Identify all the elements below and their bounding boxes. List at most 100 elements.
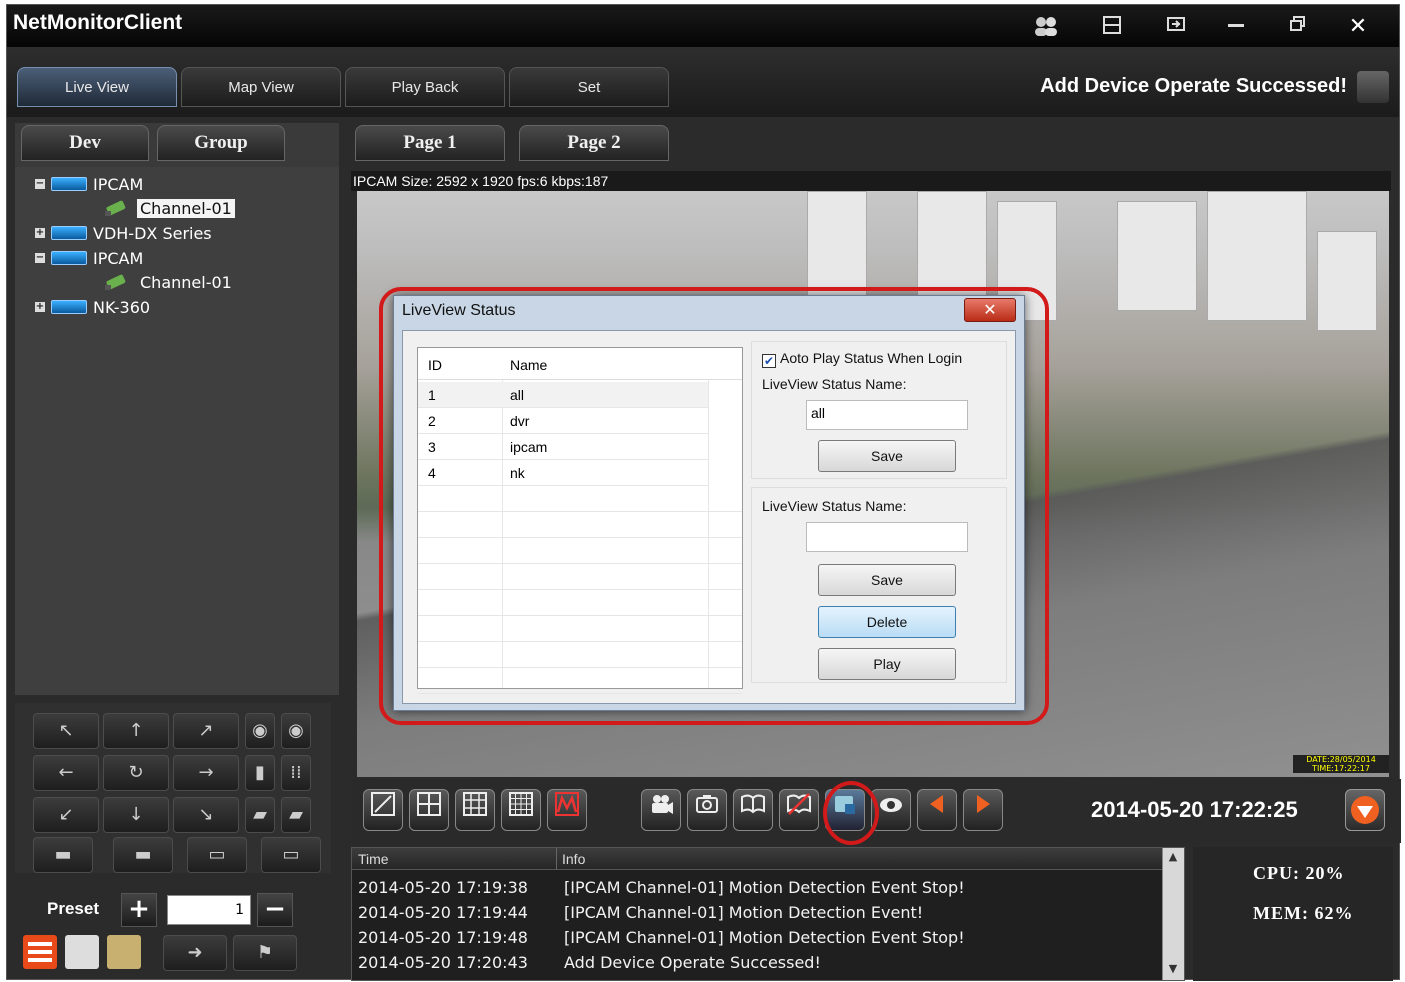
play-button[interactable]: Play (818, 648, 956, 680)
next-icon[interactable] (963, 789, 1003, 831)
minimize-icon[interactable] (1221, 15, 1251, 39)
tree-node-nk360[interactable]: + NK-360 (35, 296, 150, 318)
layout-16-icon[interactable] (501, 789, 541, 831)
scroll-down-icon[interactable]: ▼ (1165, 962, 1181, 978)
cpu-usage: CPU: 20% (1253, 863, 1345, 883)
preset-remove-button[interactable]: − (257, 893, 293, 927)
auto-play-checkbox[interactable]: ✔ Aoto Play Status When Login (762, 350, 962, 368)
list-icon[interactable] (23, 935, 57, 969)
tree-node-label: Channel-01 (140, 272, 232, 292)
eye-icon[interactable] (871, 789, 911, 831)
close-icon[interactable]: ✕ (1343, 15, 1373, 39)
previous-icon[interactable] (917, 789, 957, 831)
tab-live-view[interactable]: Live View (17, 67, 177, 107)
log-row[interactable]: 2014-05-20 17:19:44 [IPCAM Channel-01] M… (352, 903, 1184, 927)
layout-9-icon[interactable] (455, 789, 495, 831)
collapse-icon[interactable]: − (35, 179, 45, 189)
save-new-button[interactable]: Save (818, 564, 956, 596)
tab-dev[interactable]: Dev (21, 125, 149, 161)
tree-node-channel-2[interactable]: Channel-01 (103, 271, 235, 293)
tree-node-ipcam[interactable]: − IPCAM (35, 173, 143, 195)
record-icon[interactable] (641, 789, 681, 831)
ptz-up-right-button[interactable]: ↗ (173, 713, 239, 749)
dialog-close-button[interactable]: ✕ (964, 298, 1016, 322)
multi-screen-icon[interactable] (547, 789, 587, 831)
collapse-icon[interactable]: − (35, 253, 45, 263)
ptz-down-right-button[interactable]: ↘ (173, 797, 239, 833)
focus-near-icon[interactable]: ▮ (245, 755, 275, 791)
column-header[interactable]: Info (562, 851, 585, 867)
event-log: Time Info 2014-05-20 17:19:38 [IPCAM Cha… (351, 847, 1185, 981)
ptz-down-left-button[interactable]: ↙ (33, 797, 99, 833)
ptz-auto-button[interactable]: ↻ (103, 755, 169, 791)
liveview-status-icon[interactable] (825, 789, 865, 831)
column-header[interactable]: ID (428, 357, 442, 373)
table-row[interactable]: 2 dvr (418, 408, 708, 434)
log-row[interactable]: 2014-05-20 17:19:48 [IPCAM Channel-01] M… (352, 928, 1184, 952)
column-header[interactable]: Time (358, 851, 389, 867)
ptz-up-left-button[interactable]: ↖ (33, 713, 99, 749)
settings-icon[interactable] (107, 935, 141, 969)
device-tree: − IPCAM Channel-01 + VDH-DX Series − IPC… (15, 167, 339, 695)
ptz-right-button[interactable]: → (173, 755, 239, 791)
zoom-out-icon[interactable]: ◉ (281, 713, 311, 749)
notification-icon[interactable] (1357, 71, 1389, 103)
log-scrollbar[interactable]: ▲ ▼ (1162, 848, 1184, 980)
light-off-icon[interactable]: ▬ (113, 837, 173, 873)
log-row[interactable]: 2014-05-20 17:20:43 Add Device Operate S… (352, 953, 1184, 977)
tree-node-ipcam-2[interactable]: − IPCAM (35, 247, 143, 269)
page-tabs: Page 1 Page 2 (351, 123, 1393, 169)
light-on-icon[interactable]: ▬ (33, 837, 93, 873)
status-name-input[interactable]: all (806, 400, 968, 430)
name-label: LiveView Status Name: (762, 498, 907, 514)
maximize-icon[interactable] (1283, 15, 1313, 39)
camera-timestamp: DATE:28/05/2014 TIME:17:22:17 (1293, 755, 1389, 773)
focus-far-icon[interactable]: ⁞⁞ (281, 755, 311, 791)
device-icon (51, 300, 87, 314)
preset-pin-icon[interactable]: ⚑ (233, 935, 297, 971)
tree-node-channel[interactable]: Channel-01 (103, 197, 235, 219)
book-disabled-icon[interactable] (779, 789, 819, 831)
tab-set[interactable]: Set (509, 67, 669, 107)
log-row[interactable]: 2014-05-20 17:19:38 [IPCAM Channel-01] M… (352, 878, 1184, 902)
ptz-down-button[interactable]: ↓ (103, 797, 169, 833)
zoom-in-icon[interactable]: ◉ (245, 713, 275, 749)
chevron-down-icon[interactable] (1345, 789, 1385, 831)
table-row[interactable]: 1 all (418, 382, 708, 408)
tree-node-label: NK-360 (93, 297, 151, 317)
tab-page-1[interactable]: Page 1 (355, 125, 505, 161)
scroll-up-icon[interactable]: ▲ (1165, 850, 1181, 866)
rs485-icon[interactable] (65, 935, 99, 969)
restore-view-icon[interactable] (1161, 15, 1191, 39)
users-icon[interactable] (1031, 15, 1061, 39)
tab-play-back[interactable]: Play Back (345, 67, 505, 107)
save-button[interactable]: Save (818, 440, 956, 472)
expand-icon[interactable]: + (35, 228, 45, 238)
camera-icon (105, 274, 126, 290)
layout-4-icon[interactable] (409, 789, 449, 831)
layout-icon[interactable] (1097, 15, 1127, 39)
wiper-on-icon[interactable]: ▭ (187, 837, 247, 873)
column-header[interactable]: Name (510, 357, 547, 373)
wiper-off-icon[interactable]: ▭ (261, 837, 321, 873)
tree-node-vdh[interactable]: + VDH-DX Series (35, 222, 212, 244)
book-icon[interactable] (733, 789, 773, 831)
tab-group[interactable]: Group (157, 125, 285, 161)
preset-goto-icon[interactable]: ➜ (163, 935, 227, 971)
iris-open-icon[interactable]: ▰ (245, 797, 275, 833)
status-message: Add Device Operate Successed! (1040, 75, 1347, 97)
tab-page-2[interactable]: Page 2 (519, 125, 669, 161)
ptz-left-button[interactable]: ← (33, 755, 99, 791)
preset-add-button[interactable]: + (121, 893, 157, 927)
table-row[interactable]: 3 ipcam (418, 434, 708, 460)
delete-button[interactable]: Delete (818, 606, 956, 638)
snapshot-icon[interactable] (687, 789, 727, 831)
table-row[interactable]: 4 nk (418, 460, 708, 486)
preset-number-input[interactable]: 1 (167, 895, 251, 925)
new-status-name-input[interactable] (806, 522, 968, 552)
ptz-up-button[interactable]: ↑ (103, 713, 169, 749)
layout-1-icon[interactable] (363, 789, 403, 831)
iris-close-icon[interactable]: ▰ (281, 797, 311, 833)
expand-icon[interactable]: + (35, 302, 45, 312)
tab-map-view[interactable]: Map View (181, 67, 341, 107)
